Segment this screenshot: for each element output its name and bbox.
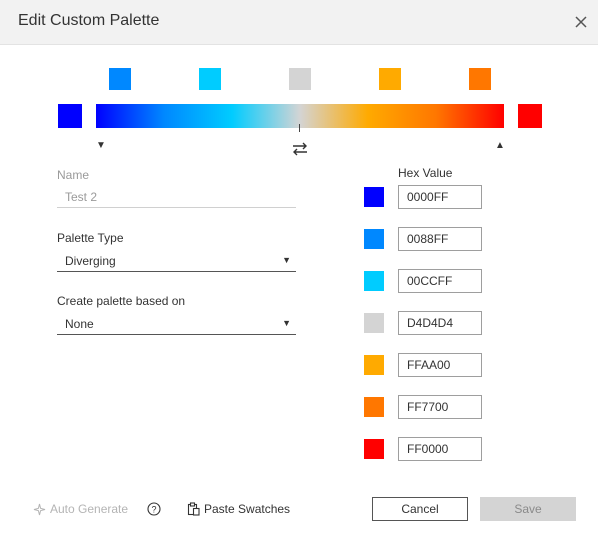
swap-arrows-icon[interactable] (291, 141, 309, 157)
dialog-title: Edit Custom Palette (18, 12, 160, 29)
name-input[interactable] (57, 186, 296, 208)
hex-value-heading: Hex Value (398, 166, 453, 180)
svg-text:?: ? (151, 504, 156, 514)
hex-input[interactable] (398, 185, 482, 209)
color-chip[interactable] (364, 397, 384, 417)
cancel-button[interactable]: Cancel (372, 497, 468, 521)
hex-input[interactable] (398, 269, 482, 293)
triangle-down-icon[interactable]: ▼ (96, 141, 106, 151)
color-row (364, 227, 484, 251)
end-color-swatch[interactable] (518, 104, 542, 128)
close-icon[interactable] (570, 11, 592, 33)
palette-swatch-5[interactable] (469, 68, 491, 90)
color-row (364, 395, 484, 419)
hex-input[interactable] (398, 395, 482, 419)
paste-swatches-label: Paste Swatches (204, 502, 291, 516)
color-chip[interactable] (364, 229, 384, 249)
clipboard-icon (187, 502, 200, 516)
based-on-value: None (65, 317, 94, 331)
palette-gradient-bar[interactable] (96, 104, 504, 128)
center-tick (299, 124, 300, 132)
color-row (364, 269, 484, 293)
color-chip[interactable] (364, 187, 384, 207)
color-row (364, 437, 484, 461)
hex-input[interactable] (398, 227, 482, 251)
based-on-label: Create palette based on (57, 294, 186, 308)
help-circle-icon[interactable]: ? (147, 502, 161, 516)
paste-swatches-button[interactable]: Paste Swatches (187, 497, 290, 521)
auto-generate-button: Auto Generate (33, 497, 128, 521)
palette-swatch-1[interactable] (109, 68, 131, 90)
hex-input[interactable] (398, 311, 482, 335)
name-label: Name (57, 168, 90, 182)
triangle-up-icon[interactable]: ▲ (495, 141, 505, 151)
color-row (364, 311, 484, 335)
color-chip[interactable] (364, 313, 384, 333)
auto-generate-label: Auto Generate (50, 502, 129, 516)
start-color-swatch[interactable] (58, 104, 82, 128)
palette-swatch-2[interactable] (199, 68, 221, 90)
palette-swatch-4[interactable] (379, 68, 401, 90)
based-on-select[interactable]: None ▼ (57, 313, 296, 335)
sparkle-icon (33, 503, 46, 515)
palette-type-select[interactable]: Diverging ▼ (57, 250, 296, 272)
caret-down-icon: ▼ (282, 318, 291, 328)
dialog-header: Edit Custom Palette (0, 0, 598, 45)
palette-type-label: Palette Type (57, 231, 124, 245)
palette-swatch-3[interactable] (289, 68, 311, 90)
color-chip[interactable] (364, 439, 384, 459)
hex-input[interactable] (398, 353, 482, 377)
palette-type-value: Diverging (65, 254, 116, 268)
save-button[interactable]: Save (480, 497, 576, 521)
caret-down-icon: ▼ (282, 255, 291, 265)
color-chip[interactable] (364, 271, 384, 291)
color-row (364, 185, 484, 209)
color-row (364, 353, 484, 377)
color-chip[interactable] (364, 355, 384, 375)
hex-input[interactable] (398, 437, 482, 461)
